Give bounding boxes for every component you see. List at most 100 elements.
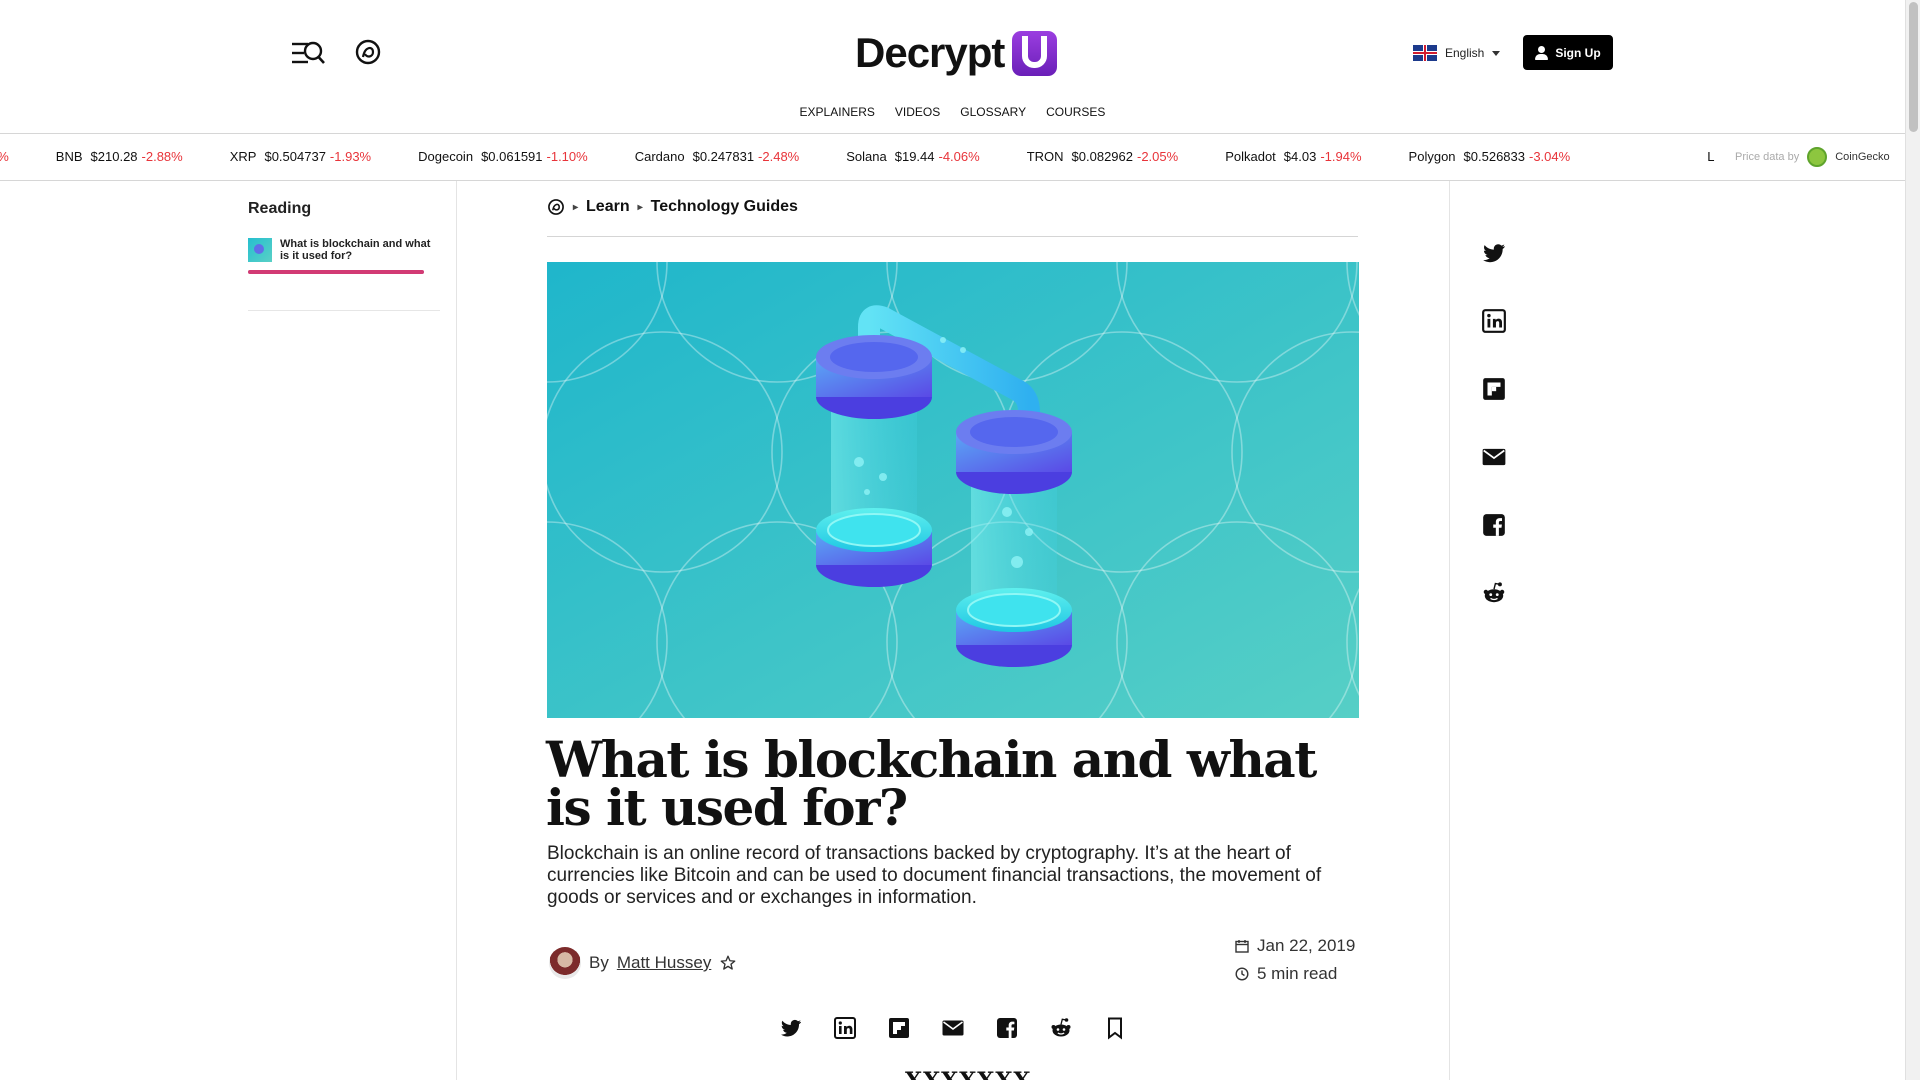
ticker-name: BNB xyxy=(55,149,83,164)
coingecko-logo-icon xyxy=(1807,147,1828,167)
ticker-change: -2.88% xyxy=(141,149,183,164)
twitter-icon[interactable] xyxy=(1481,240,1507,266)
ticker-item[interactable]: Cardano $0.247831 -2.48% xyxy=(635,149,800,164)
email-icon[interactable] xyxy=(1481,444,1507,470)
ticker-track: 4% BNB $210.28-2.88% XRP $0.504737-1.93% D… xyxy=(0,149,1617,164)
share-rail xyxy=(1481,240,1507,606)
ticker-price: $0.526833 xyxy=(1463,149,1525,164)
ticker-price: $210.28 xyxy=(90,149,138,164)
ticker-change: -1.10% xyxy=(546,149,588,164)
ticker-price: $0.247831 xyxy=(692,149,755,164)
logo-text: Decrypt xyxy=(855,29,1005,76)
breadcrumb-separator-icon: ▸ xyxy=(573,201,579,213)
sign-up-label: Sign Up xyxy=(1555,45,1601,60)
ticker-price: $0.082962 xyxy=(1071,149,1133,164)
decrypt-home-icon[interactable] xyxy=(547,198,565,216)
article-title: What is blockchain and what is it used f… xyxy=(546,730,1317,837)
ticker-name: Dogecoin xyxy=(418,149,474,164)
ticker-name: Solana xyxy=(846,149,887,164)
ticker-name: Polygon xyxy=(1408,149,1456,164)
ticker-item[interactable]: Solana $19.44 -4.06% xyxy=(846,149,979,164)
price-data-attribution[interactable]: Price data by CoinGecko xyxy=(1715,134,1905,180)
ticker-change: 4% xyxy=(0,149,9,164)
language-label: English xyxy=(1445,46,1485,60)
hero-illustration xyxy=(547,262,1359,718)
coingecko-name: CoinGecko xyxy=(1835,151,1890,163)
author-link[interactable]: Matt Hussey xyxy=(617,953,711,973)
email-icon[interactable] xyxy=(941,1016,965,1040)
reading-progress-fill xyxy=(248,270,424,274)
read-time-row: 5 min read xyxy=(1235,960,1355,988)
breadcrumb-divider xyxy=(547,236,1358,237)
left-column-divider xyxy=(456,181,457,1080)
article-meta: Jan 22, 2019 5 min read xyxy=(1235,932,1355,988)
star-icon[interactable] xyxy=(719,954,737,972)
reading-thumbnail xyxy=(248,238,272,262)
bookmark-icon[interactable] xyxy=(1103,1016,1127,1040)
share-bar xyxy=(779,1016,1127,1040)
ticker-price: $0.061591 xyxy=(481,149,543,164)
facebook-icon[interactable] xyxy=(1481,512,1507,538)
site-logo[interactable]: Decrypt xyxy=(855,29,1058,77)
ticker-item[interactable]: BNB $210.28 -2.88% xyxy=(56,149,183,164)
price-ticker: 4% BNB $210.28-2.88% XRP $0.504737-1.93% D… xyxy=(0,133,1905,181)
breadcrumb: ▸ Learn ▸ Technology Guides xyxy=(547,198,798,216)
scrollbar-thumb[interactable] xyxy=(1909,2,1918,132)
author-avatar[interactable] xyxy=(549,947,581,979)
ticker-item[interactable]: Polygon $0.526833 -3.04% xyxy=(1409,149,1571,164)
language-selector[interactable]: English xyxy=(1413,45,1501,61)
ticker-item[interactable]: 4% xyxy=(0,149,9,164)
ticker-name: Polkadot xyxy=(1225,149,1276,164)
nav-glossary[interactable]: GLOSSARY xyxy=(960,105,1026,119)
linkedin-icon[interactable] xyxy=(1481,308,1507,334)
reading-item-title: What is blockchain and what is it used f… xyxy=(280,238,431,262)
page-scrollbar[interactable] xyxy=(1905,0,1920,1080)
ticker-item[interactable]: TRON $0.082962 -2.05% xyxy=(1027,149,1179,164)
ticker-change: -3.04% xyxy=(1528,149,1571,164)
ticker-name: TRON xyxy=(1026,149,1064,164)
date-row: Jan 22, 2019 xyxy=(1235,932,1355,960)
article-body-partial: XXXXXXX xyxy=(905,1068,1032,1080)
sidebar-divider xyxy=(248,310,440,311)
reading-progress-bar xyxy=(248,270,424,274)
chevron-down-icon xyxy=(1492,50,1501,56)
main-nav: EXPLAINERS VIDEOS GLOSSARY COURSES xyxy=(0,105,1905,119)
ticker-item[interactable]: XRP $0.504737 -1.93% xyxy=(230,149,371,164)
byline: By Matt Hussey xyxy=(549,947,737,979)
ticker-change: -2.05% xyxy=(1137,149,1179,164)
publish-date: Jan 22, 2019 xyxy=(1257,936,1356,955)
decrypt-mark-icon[interactable] xyxy=(354,38,382,66)
facebook-icon[interactable] xyxy=(995,1016,1019,1040)
nav-explainers[interactable]: EXPLAINERS xyxy=(800,105,875,119)
read-time: 5 min read xyxy=(1257,964,1338,983)
nav-videos[interactable]: VIDEOS xyxy=(895,105,940,119)
calendar-icon xyxy=(1235,940,1249,953)
reading-heading: Reading xyxy=(248,200,312,217)
nav-courses[interactable]: COURSES xyxy=(1046,105,1105,119)
menu-search-icon[interactable] xyxy=(290,38,326,68)
linkedin-icon[interactable] xyxy=(833,1016,857,1040)
ticker-name: Cardano xyxy=(634,149,685,164)
right-column-divider xyxy=(1449,181,1450,1080)
breadcrumb-learn[interactable]: Learn xyxy=(586,198,630,216)
twitter-icon[interactable] xyxy=(779,1016,803,1040)
ticker-name: XRP xyxy=(229,149,257,164)
ticker-item[interactable]: Polkadot $4.03 -1.94% xyxy=(1225,149,1361,164)
article-summary: Blockchain is an online record of transa… xyxy=(547,843,1322,908)
ticker-change: -1.93% xyxy=(329,149,372,164)
flipboard-icon[interactable] xyxy=(887,1016,911,1040)
ticker-change: -1.94% xyxy=(1320,149,1362,164)
reddit-icon[interactable] xyxy=(1049,1016,1073,1040)
ticker-item[interactable]: Dogecoin $0.061591 -1.10% xyxy=(418,149,588,164)
user-icon xyxy=(1535,45,1549,60)
flipboard-icon[interactable] xyxy=(1481,376,1507,402)
reading-list-item[interactable]: What is blockchain and what is it used f… xyxy=(248,238,440,262)
ticker-change: -4.06% xyxy=(938,149,980,164)
logo-badge-u xyxy=(1012,30,1058,76)
price-data-label: Price data by xyxy=(1735,151,1800,163)
site-header: Decrypt English Sign Up EXPLAINERS VIDEO… xyxy=(0,0,1905,133)
reddit-icon[interactable] xyxy=(1481,580,1507,606)
sign-up-button[interactable]: Sign Up xyxy=(1523,35,1613,70)
ticker-price: $4.03 xyxy=(1283,149,1317,164)
breadcrumb-technology-guides[interactable]: Technology Guides xyxy=(651,198,798,216)
